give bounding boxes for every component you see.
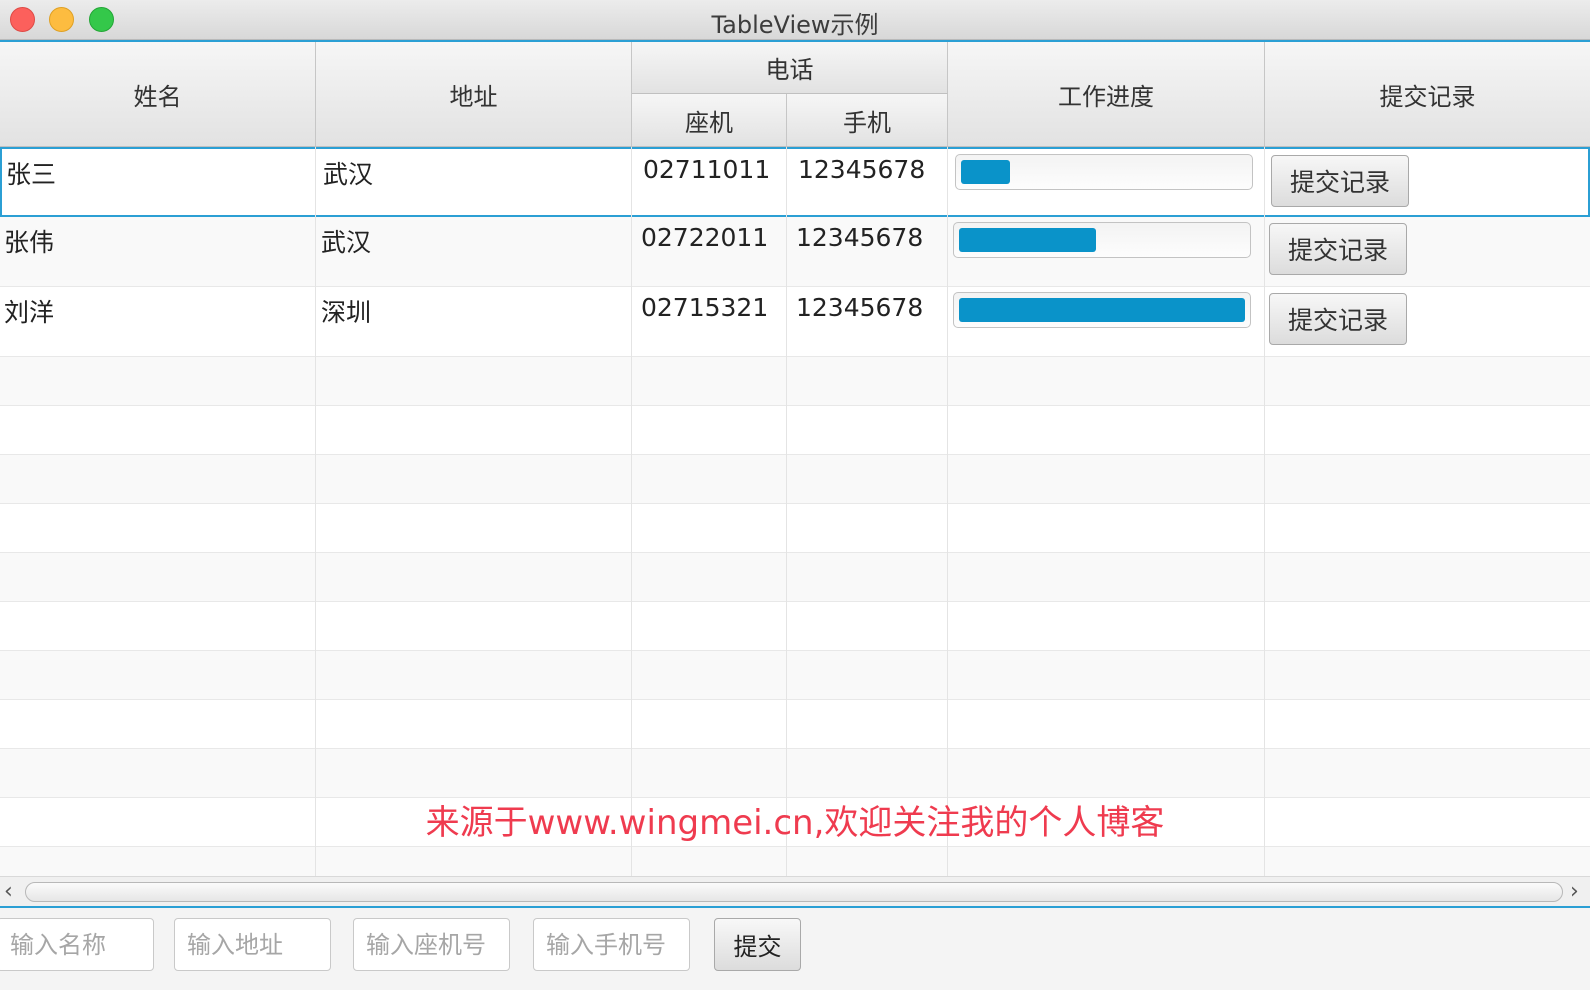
submit-record-button[interactable]: 提交记录	[1271, 155, 1409, 207]
column-header-landline[interactable]: 座机	[632, 94, 787, 147]
progress-fill	[959, 228, 1096, 252]
cell-landline: 02722011	[641, 223, 769, 252]
empty-row	[0, 553, 1590, 602]
progress-bar	[953, 292, 1251, 328]
table-row[interactable]: 刘洋 深圳 02715321 12345678 提交记录	[0, 287, 1590, 357]
address-input[interactable]	[174, 918, 331, 971]
scroll-left-icon[interactable]: ‹	[4, 879, 13, 904]
name-input[interactable]	[0, 918, 154, 971]
column-divider	[631, 147, 632, 877]
empty-row	[0, 700, 1590, 749]
cell-address: 武汉	[323, 160, 374, 189]
progress-fill	[959, 298, 1245, 322]
empty-row	[0, 406, 1590, 455]
cell-name: 刘洋	[4, 298, 55, 327]
submit-button[interactable]: 提交	[714, 918, 801, 971]
horizontal-scrollbar[interactable]: ‹ ›	[0, 876, 1590, 906]
progress-bar	[955, 154, 1253, 190]
cell-name: 张伟	[4, 228, 55, 257]
empty-row	[0, 749, 1590, 798]
mobile-input[interactable]	[533, 918, 690, 971]
landline-input[interactable]	[353, 918, 510, 971]
empty-row	[0, 455, 1590, 504]
table-view[interactable]: 姓名 地址 电话 座机 手机 工作进度 提交记录 张三 武汉 02711011 …	[0, 40, 1590, 908]
column-header-phone-group[interactable]: 电话	[632, 42, 948, 94]
cell-address: 武汉	[321, 228, 372, 257]
cell-landline: 02715321	[641, 293, 769, 322]
submit-record-button[interactable]: 提交记录	[1269, 223, 1407, 275]
column-header-submit[interactable]: 提交记录	[1265, 42, 1590, 147]
empty-row	[0, 602, 1590, 651]
cell-mobile: 12345678	[798, 155, 926, 184]
column-header-mobile[interactable]: 手机	[787, 94, 948, 147]
input-form: 提交	[0, 908, 1590, 990]
window-title: TableView示例	[711, 11, 879, 39]
cell-mobile: 12345678	[796, 223, 924, 252]
column-divider	[947, 147, 948, 877]
column-header-progress[interactable]: 工作进度	[948, 42, 1265, 147]
cell-name: 张三	[6, 160, 57, 189]
title-bar: TableView示例	[0, 0, 1590, 40]
cell-landline: 02711011	[643, 155, 771, 184]
column-divider	[786, 147, 787, 877]
scroll-right-icon[interactable]: ›	[1570, 879, 1579, 904]
column-header-name[interactable]: 姓名	[0, 42, 316, 147]
scrollbar-thumb[interactable]	[25, 882, 1563, 902]
empty-row	[0, 357, 1590, 406]
column-divider	[315, 147, 316, 877]
table-row[interactable]: 张三 武汉 02711011 12345678 提交记录	[0, 147, 1590, 217]
column-divider	[1264, 147, 1265, 877]
progress-fill	[961, 160, 1010, 184]
submit-record-button[interactable]: 提交记录	[1269, 293, 1407, 345]
table-row[interactable]: 张伟 武汉 02722011 12345678 提交记录	[0, 217, 1590, 287]
watermark-text: 来源于www.wingmei.cn,欢迎关注我的个人博客	[425, 803, 1165, 843]
cell-mobile: 12345678	[796, 293, 924, 322]
empty-row	[0, 651, 1590, 700]
progress-bar	[953, 222, 1251, 258]
column-header-address[interactable]: 地址	[316, 42, 632, 147]
empty-row	[0, 504, 1590, 553]
cell-address: 深圳	[321, 298, 372, 327]
